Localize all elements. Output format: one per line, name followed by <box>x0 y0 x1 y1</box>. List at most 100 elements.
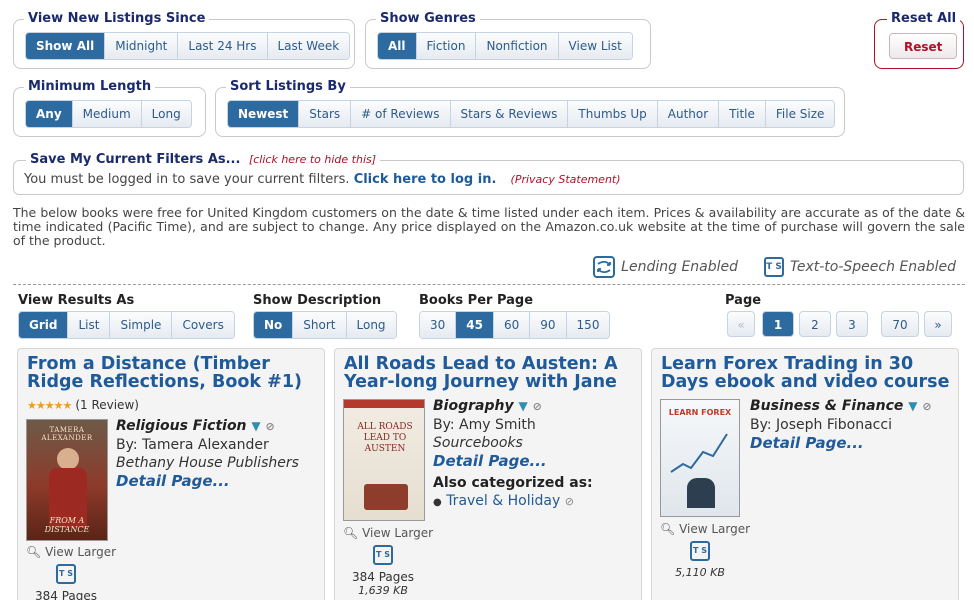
genres-filter: Show Genres All Fiction Nonfiction View … <box>365 11 651 69</box>
also-category-link[interactable]: Travel & Holiday <box>446 493 560 509</box>
category-link[interactable]: Biography <box>433 398 514 414</box>
hide-save-link[interactable]: [click here to hide this] <box>249 153 376 166</box>
genres-buttons: All Fiction Nonfiction View List <box>377 32 633 60</box>
page-label: Page <box>725 293 762 308</box>
description-buttons: No Short Long <box>253 311 397 339</box>
reset-button[interactable]: Reset <box>889 33 958 59</box>
per-page-150-button[interactable]: 150 <box>566 312 610 338</box>
book-meta: 5,110 KB <box>660 566 740 579</box>
book-author: By: Joseph Fibonacci <box>750 417 892 433</box>
filter-icon[interactable]: ▼ <box>518 399 527 413</box>
view-results-buttons: Grid List Simple Covers <box>18 311 235 339</box>
sort-file-size-button[interactable]: File Size <box>765 101 835 127</box>
description-short-button[interactable]: Short <box>293 312 347 338</box>
exclude-icon[interactable]: ⊘ <box>922 400 931 413</box>
book-cover[interactable]: LEARN FOREX <box>660 399 740 517</box>
book-card: All Roads Lead to Austen: A Year-long Jo… <box>334 348 642 600</box>
exclude-icon[interactable]: ⊘ <box>266 420 275 433</box>
view-list-button[interactable]: List <box>68 312 111 338</box>
since-midnight-button[interactable]: Midnight <box>105 33 179 59</box>
cover-title: LEARN FOREX <box>668 408 732 417</box>
star-rating-icon: ★★★★★ <box>27 398 72 412</box>
per-page-45-button[interactable]: 45 <box>456 312 494 338</box>
category-link[interactable]: Business & Finance <box>750 398 903 414</box>
since-show-all-button[interactable]: Show All <box>26 33 106 59</box>
since-24hrs-button[interactable]: Last 24 Hrs <box>178 33 268 59</box>
per-page-60-button[interactable]: 60 <box>493 312 531 338</box>
genre-fiction-button[interactable]: Fiction <box>416 33 477 59</box>
cover-figure <box>57 448 79 470</box>
book-category: Religious Fiction ▼ ⊘ <box>116 417 316 436</box>
length-any-button[interactable]: Any <box>26 101 73 127</box>
genres-legend: Show Genres <box>376 11 480 26</box>
filter-icon[interactable]: ▼ <box>908 399 917 413</box>
cover-person <box>687 478 715 508</box>
view-larger-label: View Larger <box>679 522 751 536</box>
save-filters-box: Save My Current Filters As... [click her… <box>13 152 964 195</box>
magnifier-icon: 🔍︎ <box>26 545 42 559</box>
per-page-90-button[interactable]: 90 <box>530 312 567 338</box>
tts-feature: T S Text-to-Speech Enabled <box>764 256 956 278</box>
view-larger-link[interactable]: 🔍︎ View Larger <box>26 545 116 559</box>
cover-title: ALL ROADS LEAD TO AUSTEN <box>357 422 413 454</box>
detail-page-link[interactable]: Detail Page... <box>433 452 638 470</box>
genre-all-button[interactable]: All <box>378 33 417 59</box>
privacy-link[interactable]: (Privacy Statement) <box>511 173 621 186</box>
page-prev-button[interactable]: « <box>727 311 755 337</box>
cover-chart <box>670 433 728 473</box>
sort-filter: Sort Listings By Newest Stars # of Revie… <box>215 79 845 137</box>
since-legend: View New Listings Since <box>24 11 210 26</box>
book-cover[interactable]: TAMERA ALEXANDER FROM A DISTANCE <box>26 419 108 541</box>
also-category-item: ● Travel & Holiday ⊘ <box>433 492 638 512</box>
page-3-button[interactable]: 3 <box>836 311 868 337</box>
exclude-icon[interactable]: ⊘ <box>533 400 542 413</box>
cover-band <box>344 400 424 408</box>
view-larger-link[interactable]: 🔍︎ View Larger <box>660 522 750 536</box>
page-count: 384 Pages <box>34 589 98 600</box>
book-category: Biography ▼ ⊘ <box>433 397 638 416</box>
page-next-button[interactable]: » <box>924 311 952 337</box>
review-count[interactable]: (1 Review) <box>75 398 139 412</box>
login-link[interactable]: Click here to log in. <box>354 172 497 187</box>
sort-newest-button[interactable]: Newest <box>228 101 300 127</box>
view-simple-button[interactable]: Simple <box>110 312 173 338</box>
view-grid-button[interactable]: Grid <box>19 312 69 338</box>
magnifier-icon: 🔍︎ <box>343 526 359 540</box>
sort-reviews-button[interactable]: # of Reviews <box>351 101 451 127</box>
page-2-button[interactable]: 2 <box>799 311 831 337</box>
sort-author-button[interactable]: Author <box>657 101 720 127</box>
save-filters-title: Save My Current Filters As... <box>30 152 241 167</box>
book-author: By: Amy Smith <box>433 417 536 433</box>
genre-view-list-button[interactable]: View List <box>558 33 632 59</box>
lending-feature: Lending Enabled <box>593 256 738 278</box>
page-1-button[interactable]: 1 <box>762 311 794 337</box>
exclude-icon[interactable]: ⊘ <box>565 495 574 508</box>
view-larger-label: View Larger <box>45 545 117 559</box>
length-long-button[interactable]: Long <box>141 101 191 127</box>
view-larger-link[interactable]: 🔍︎ View Larger <box>343 526 433 540</box>
book-cover[interactable]: ALL ROADS LEAD TO AUSTEN <box>343 399 425 521</box>
sort-thumbs-up-button[interactable]: Thumbs Up <box>568 101 658 127</box>
reset-all-box: Reset All Reset <box>874 11 964 69</box>
book-category: Business & Finance ▼ ⊘ <box>750 397 955 416</box>
genre-nonfiction-button[interactable]: Nonfiction <box>476 33 559 59</box>
detail-page-link[interactable]: Detail Page... <box>116 472 316 490</box>
since-last-week-button[interactable]: Last Week <box>267 33 350 59</box>
category-link[interactable]: Religious Fiction <box>116 418 247 434</box>
length-medium-button[interactable]: Medium <box>72 101 142 127</box>
book-info: Religious Fiction ▼ ⊘ By: Tamera Alexand… <box>116 417 316 490</box>
sort-stars-button[interactable]: Stars <box>299 101 352 127</box>
page-70-button[interactable]: 70 <box>881 311 919 337</box>
sort-title-button[interactable]: Title <box>719 101 766 127</box>
description-no-button[interactable]: No <box>254 312 294 338</box>
description-long-button[interactable]: Long <box>346 312 396 338</box>
sort-stars-reviews-button[interactable]: Stars & Reviews <box>450 101 569 127</box>
view-covers-button[interactable]: Covers <box>172 312 234 338</box>
books-per-page-label: Books Per Page <box>419 293 534 308</box>
book-title-link[interactable]: From a Distance (Timber Ridge Reflection… <box>27 355 317 391</box>
detail-page-link[interactable]: Detail Page... <box>750 434 955 452</box>
book-title-link[interactable]: All Roads Lead to Austen: A Year-long Jo… <box>344 355 634 391</box>
per-page-30-button[interactable]: 30 <box>420 312 457 338</box>
book-title-link[interactable]: Learn Forex Trading in 30 Days ebook and… <box>661 355 951 391</box>
filter-icon[interactable]: ▼ <box>251 419 260 433</box>
